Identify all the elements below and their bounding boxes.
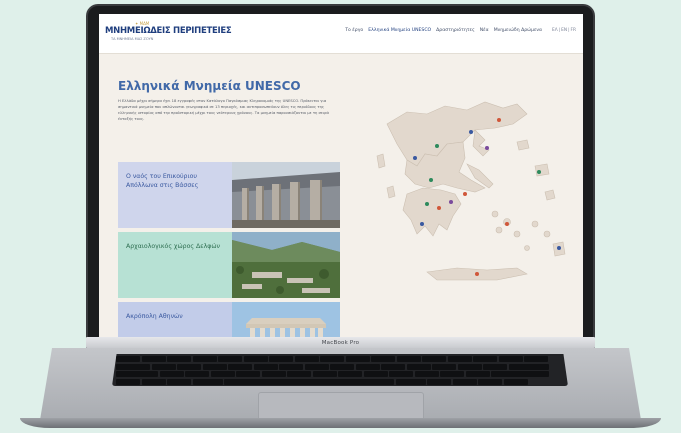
- page-title: Ελληνικά Μνημεία UNESCO: [118, 79, 301, 93]
- card-label: Αρχαιολογικός χώρος Δελφών: [118, 232, 232, 298]
- nav-item-project[interactable]: Το έργο: [345, 28, 363, 33]
- key-row: [116, 378, 528, 385]
- monument-card-acropolis[interactable]: Ακρόπολη Αθηνών: [118, 302, 340, 340]
- key-row: [116, 363, 549, 370]
- nav-item-news[interactable]: Νέα: [480, 28, 489, 33]
- nav-item-events[interactable]: Μνημειώδη Δρώμενα: [494, 28, 542, 33]
- nav-item-activities[interactable]: Δραστηριότητες: [436, 28, 475, 33]
- key-row: [116, 356, 548, 362]
- lang-el[interactable]: ΕΛ: [552, 28, 558, 33]
- logo-title: ΜΝΗΜΕΙΩΔΕΙΣ ΠΕΡΙΠΕΤΕΙΕΣ: [105, 26, 232, 36]
- site-logo[interactable]: ✦ ΜΔΜ ΜΝΗΜΕΙΩΔΕΙΣ ΠΕΡΙΠΕΤΕΙΕΣ ΤΑ ΜΝΗΜΕΙΑ…: [105, 21, 232, 47]
- nav-item-unesco[interactable]: Ελληνικά Μνημεία UNESCO: [368, 28, 431, 33]
- monument-card-delphi[interactable]: Αρχαιολογικός χώρος Δελφών: [118, 232, 340, 298]
- lang-fr[interactable]: FR: [571, 28, 576, 33]
- temple-photo: [232, 162, 340, 228]
- lang-en[interactable]: EN: [561, 28, 567, 33]
- intro-text: Η Ελλάδα μέχρι σήμερα έχει 18 εγγραφές σ…: [118, 99, 329, 121]
- keyboard: [112, 354, 568, 386]
- delphi-photo: [232, 232, 340, 298]
- logo-subtitle: ΤΑ ΜΝΗΜΕΙΑ ΜΑΣ ΖΟΥΝ: [111, 37, 154, 41]
- monument-card-bassae[interactable]: Ο ναός του Επικούριου Απόλλωνα στις Βάσσ…: [118, 162, 340, 228]
- laptop-base-front: [20, 418, 661, 428]
- acropolis-photo: [232, 302, 340, 340]
- greece-map[interactable]: [367, 84, 577, 299]
- main-nav: Το έργο Ελληνικά Μνημεία UNESCO Δραστηρι…: [340, 28, 577, 33]
- site-header: ✦ ΜΔΜ ΜΝΗΜΕΙΩΔΕΙΣ ΠΕΡΙΠΕΤΕΙΕΣ ΤΑ ΜΝΗΜΕΙΑ…: [99, 14, 583, 54]
- card-label: Ακρόπολη Αθηνών: [118, 302, 232, 340]
- key-row: [116, 371, 549, 377]
- card-label: Ο ναός του Επικούριου Απόλλωνα στις Βάσσ…: [118, 162, 232, 228]
- laptop-brand: MacBook Pro: [321, 340, 360, 346]
- laptop-screen: ✦ ΜΔΜ ΜΝΗΜΕΙΩΔΕΙΣ ΠΕΡΙΠΕΤΕΙΕΣ ΤΑ ΜΝΗΜΕΙΑ…: [99, 14, 583, 340]
- language-switcher: ΕΛ|EN|FR: [552, 28, 576, 33]
